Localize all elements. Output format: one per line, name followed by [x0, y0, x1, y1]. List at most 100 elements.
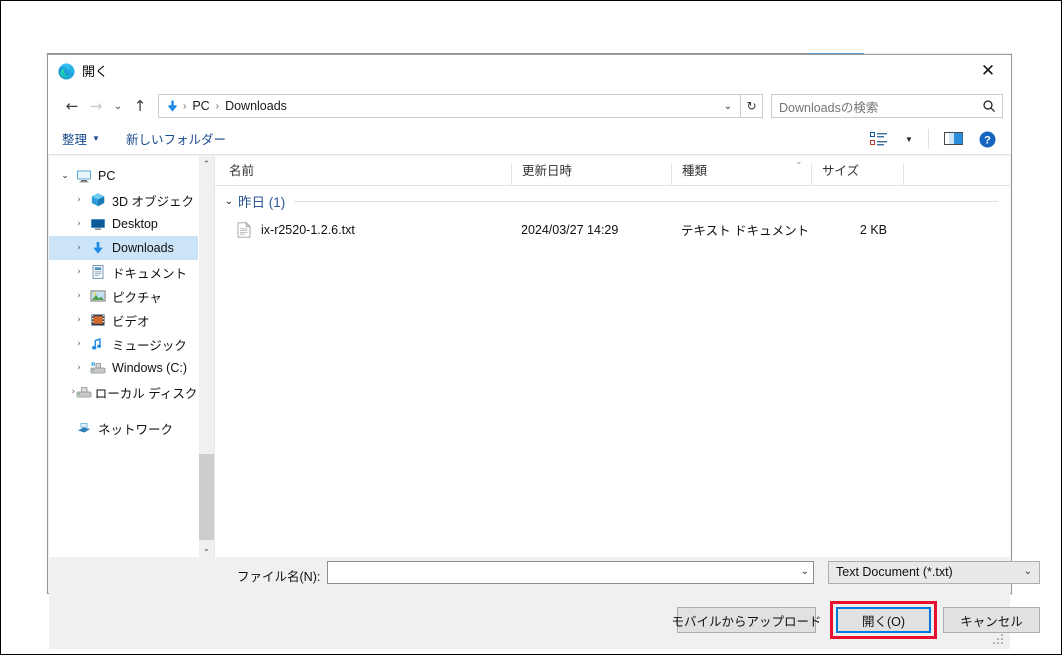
search-input[interactable]: Downloadsの検索 — [771, 94, 1003, 118]
resize-grip[interactable] — [993, 634, 1004, 645]
text-file-icon — [233, 221, 255, 238]
drive-icon — [87, 360, 109, 376]
sidebar-item-network[interactable]: ネットワーク — [49, 416, 214, 440]
file-name-cell[interactable]: ix-r2520-1.2.6.txt — [215, 221, 511, 238]
breadcrumb: › PC › Downloads — [159, 97, 291, 115]
scroll-up-icon[interactable]: ⌃ — [199, 156, 214, 173]
sidebar-item-pictures[interactable]: › ピクチャ — [49, 284, 214, 308]
chevron-right-icon[interactable]: › — [71, 219, 87, 229]
sidebar-item-3d-objects[interactable]: › 3D オブジェクト — [49, 188, 214, 212]
sidebar-item-label: ドキュメント — [112, 266, 188, 281]
chevron-right-icon[interactable]: › — [71, 195, 87, 205]
chevron-down-icon: ▼ — [92, 134, 100, 143]
chevron-down-icon[interactable]: ⌄ — [220, 196, 238, 207]
chevron-right-icon[interactable]: › — [71, 267, 87, 277]
file-list-pane: 名前 更新日時 種類 サイズ ⌄ ⌄ 昨日 (1) ix-r2520-1.2.6… — [214, 156, 1010, 557]
command-bar: 整理 ▼ 新しいフォルダー ▼ ? — [48, 123, 1011, 155]
open-button[interactable]: 開く(O) — [836, 607, 931, 633]
navigation-bar: ← → ⌄ ↑ › PC › Downloads ⌄ ↻ Downloadsの検… — [48, 89, 1011, 123]
file-type-cell: テキスト ドキュメント — [681, 224, 810, 238]
search-placeholder: Downloadsの検索 — [779, 100, 879, 115]
chevron-right-icon[interactable]: › — [71, 339, 87, 349]
group-header-rule — [294, 200, 998, 202]
sidebar-item-windows-c[interactable]: › Windows (C:) — [49, 356, 214, 380]
sidebar-item-pc[interactable]: ⌄ PC — [49, 164, 214, 188]
tree-scrollbar[interactable]: ⌃ ⌄ — [198, 156, 214, 557]
table-row[interactable]: ix-r2520-1.2.6.txt 2024/03/27 14:29 テキスト… — [215, 216, 1010, 243]
column-header-name[interactable]: 名前 — [215, 163, 511, 185]
sidebar-item-music[interactable]: › ミュージック — [49, 332, 214, 356]
organize-button[interactable]: 整理 ▼ — [62, 129, 100, 148]
sidebar-item-label: Desktop — [112, 217, 158, 231]
address-bar[interactable]: › PC › Downloads ⌄ — [158, 94, 741, 118]
new-folder-label: 新しいフォルダー — [125, 133, 226, 147]
column-header-type[interactable]: 種類 — [671, 163, 811, 185]
filename-input[interactable]: ⌄ — [327, 561, 814, 584]
dialog-button-row: モバイルからアップロード 開く(O) キャンセル — [49, 593, 1040, 649]
help-icon[interactable]: ? — [973, 126, 1001, 152]
new-folder-button[interactable]: 新しいフォルダー — [126, 129, 226, 148]
close-button[interactable]: ✕ — [965, 55, 1011, 87]
column-headers: 名前 更新日時 種類 サイズ ⌄ — [215, 156, 1010, 186]
documents-icon — [87, 264, 109, 280]
chevron-down-icon[interactable]: ⌄ — [801, 566, 809, 577]
sidebar-item-label: ネットワーク — [98, 422, 174, 437]
column-header-modified[interactable]: 更新日時 — [511, 163, 671, 185]
chevron-right-icon[interactable]: › — [71, 291, 87, 301]
sidebar-item-desktop[interactable]: › Desktop — [49, 212, 214, 236]
videos-icon — [87, 312, 109, 328]
sidebar-item-label: Windows (C:) — [112, 361, 188, 375]
column-header-extra[interactable] — [903, 163, 1003, 185]
list-view-icon[interactable] — [862, 126, 896, 152]
column-header-size[interactable]: サイズ — [811, 163, 903, 185]
filetype-dropdown[interactable]: Text Document (*.txt) ⌄ — [828, 561, 1040, 584]
file-modified-cell: 2024/03/27 14:29 — [521, 222, 619, 237]
pictures-icon — [87, 288, 109, 304]
address-dropdown-icon[interactable]: ⌄ — [717, 95, 739, 117]
sort-indicator-icon: ⌄ — [795, 157, 803, 167]
view-chevron-down-icon[interactable]: ▼ — [900, 126, 918, 152]
sidebar-item-label: ローカル ディスク (D — [94, 386, 214, 401]
refresh-icon[interactable]: ↻ — [741, 94, 763, 118]
scroll-down-icon[interactable]: ⌄ — [199, 540, 214, 557]
group-header-yesterday[interactable]: ⌄ 昨日 (1) — [215, 186, 1010, 216]
network-icon — [73, 420, 95, 436]
upload-from-mobile-button[interactable]: モバイルからアップロード — [672, 607, 822, 633]
breadcrumb-item-pc[interactable]: PC — [188, 99, 213, 113]
chevron-down-icon[interactable]: ⌄ — [57, 171, 73, 181]
sidebar-item-videos[interactable]: › ビデオ — [49, 308, 214, 332]
dialog-title: 開く — [82, 64, 109, 79]
scrollbar-thumb[interactable] — [199, 454, 214, 540]
chevron-down-icon[interactable]: ⌄ — [1024, 566, 1032, 577]
breadcrumb-separator-0: › — [183, 100, 187, 112]
breadcrumb-separator-1: › — [215, 100, 220, 112]
3d-objects-icon — [87, 192, 109, 208]
sidebar-item-label: Downloads — [112, 241, 174, 255]
recent-locations-icon[interactable]: ⌄ — [108, 94, 128, 118]
search-icon[interactable] — [981, 98, 997, 114]
navigation-tree: ⌄ PC › 3D オブジェクト › Desktop › Downloads ›… — [49, 156, 214, 557]
sidebar-item-label: 3D オブジェクト — [112, 194, 207, 209]
chevron-right-icon[interactable]: › — [71, 315, 87, 325]
sidebar-item-label: ビデオ — [112, 314, 150, 329]
chevron-right-icon[interactable]: › — [71, 243, 87, 253]
group-header-label: 昨日 (1) — [238, 195, 286, 210]
cancel-button[interactable]: キャンセル — [943, 607, 1040, 633]
dialog-footer: ファイル名(N): ⌄ Text Document (*.txt) ⌄ — [49, 557, 1040, 593]
file-name-text: ix-r2520-1.2.6.txt — [261, 222, 355, 237]
sidebar-item-local-disk-d[interactable]: › ローカル ディスク (D — [49, 380, 214, 404]
back-icon[interactable]: ← — [60, 94, 84, 118]
breadcrumb-item-downloads[interactable]: Downloads — [221, 99, 291, 113]
forward-icon: → — [89, 97, 103, 115]
sidebar-item-documents[interactable]: › ドキュメント — [49, 260, 214, 284]
chevron-right-icon[interactable]: › — [71, 363, 87, 373]
preview-pane-icon[interactable] — [939, 126, 969, 152]
sidebar-item-downloads[interactable]: › Downloads — [49, 236, 214, 260]
dialog-content: ⌄ PC › 3D オブジェクト › Desktop › Downloads ›… — [49, 156, 1010, 557]
svg-text:?: ? — [984, 134, 991, 146]
up-icon[interactable]: ↑ — [128, 94, 152, 118]
titlebar-left: 開く — [58, 63, 108, 80]
sidebar-item-label: PC — [98, 169, 116, 183]
file-size-cell: 2 KB — [859, 222, 887, 237]
organize-label: 整理 — [62, 133, 88, 147]
